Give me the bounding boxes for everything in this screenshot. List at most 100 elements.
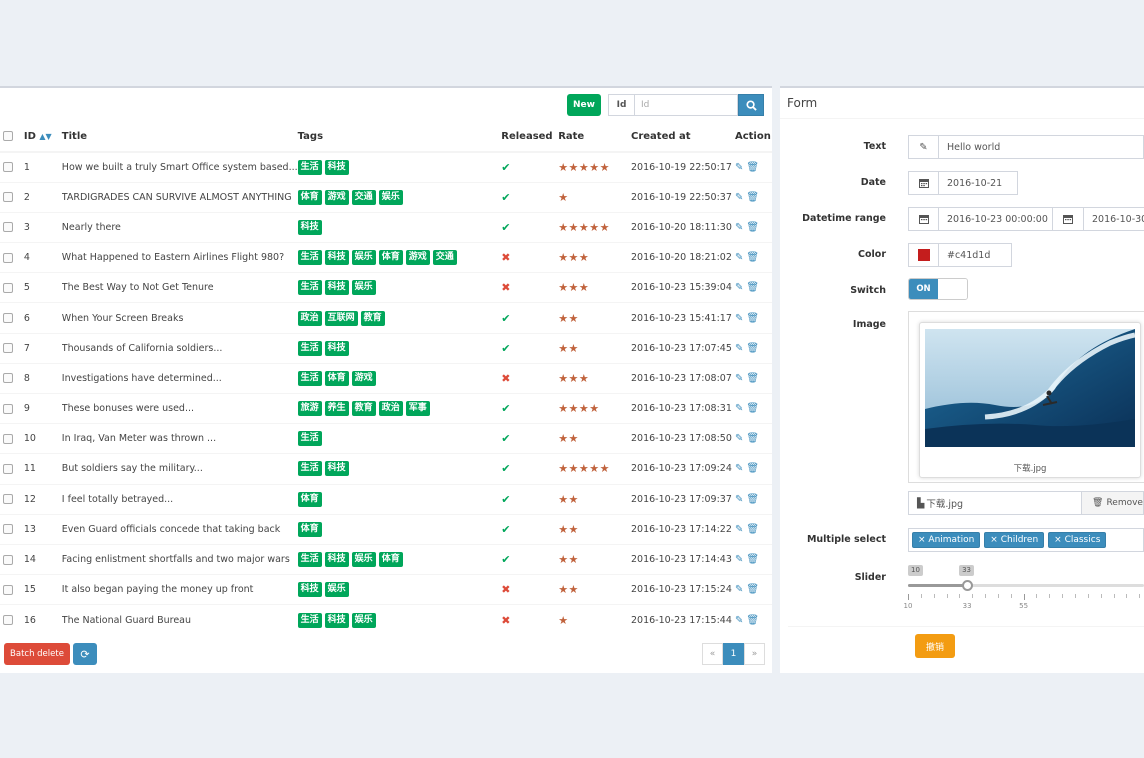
row-checkbox[interactable] [3,433,13,444]
trash-icon[interactable]: 🗑 [746,524,759,535]
remove-file-button[interactable]: 🗑 Remove [1082,491,1144,515]
file-name[interactable]: ▙ 下载.jpg [908,491,1082,515]
row-checkbox[interactable] [3,403,13,414]
trash-icon[interactable]: 🗑 [746,463,759,474]
color-input[interactable]: #c41d1d [938,243,1012,267]
cell-title: The Best Way to Not Get Tenure [61,272,298,303]
edit-icon[interactable]: ✎ [735,463,743,474]
row-checkbox[interactable] [3,615,13,626]
row-checkbox[interactable] [3,343,13,354]
edit-icon[interactable]: ✎ [735,252,743,263]
row-checkbox[interactable] [3,373,13,384]
select-all-checkbox[interactable] [3,131,13,141]
edit-icon[interactable]: ✎ [735,192,743,203]
tag-badge: 军事 [405,401,430,417]
datetime-range-label: Datetime range [802,213,886,224]
row-checkbox[interactable] [3,584,13,595]
sort-icon[interactable]: ▲▼ [39,132,51,141]
pagination-page[interactable]: 1 [723,643,744,665]
trash-icon[interactable]: 🗑 [746,343,759,354]
text-input[interactable]: Hello world [938,135,1144,159]
edit-icon[interactable]: ✎ [735,373,743,384]
cross-icon: ✖ [501,371,511,385]
edit-icon[interactable]: ✎ [735,554,743,565]
trash-icon[interactable]: 🗑 [746,252,759,263]
batch-delete-button[interactable]: Batch delete [4,643,70,665]
switch-label: Switch [850,285,886,296]
edit-icon[interactable]: ✎ [735,162,743,173]
edit-icon[interactable]: ✎ [735,615,743,626]
row-checkbox[interactable] [3,162,13,173]
cell-action: ✎ 🗑 [734,392,772,424]
datetime-start-input[interactable]: 2016-10-23 00:00:00 [938,207,1053,231]
id-filter-input[interactable] [634,94,738,116]
select-chip[interactable]: × Classics [1048,532,1107,548]
select-chip[interactable]: × Children [984,532,1045,548]
trash-icon[interactable]: 🗑 [746,222,759,233]
check-icon: ✔ [501,160,511,174]
cell-title: The National Guard Bureau [61,604,298,635]
tag-badge: 科技 [324,250,349,266]
date-input[interactable]: 2016-10-21 [938,171,1018,195]
edit-icon[interactable]: ✎ [735,494,743,505]
range-slider[interactable]: 10 33 10 33 55 [904,562,1144,612]
row-checkbox[interactable] [3,282,13,293]
trash-icon[interactable]: 🗑 [746,192,759,203]
column-id[interactable]: ID ▲▼ [23,122,62,153]
row-checkbox[interactable] [3,222,13,233]
pagination-next[interactable]: » [744,643,765,665]
edit-icon[interactable]: ✎ [735,584,743,595]
pagination-prev[interactable]: « [702,643,723,665]
edit-icon[interactable]: ✎ [735,524,743,535]
datetime-end-input[interactable]: 2016-10-30 0 [1083,207,1144,231]
edit-icon[interactable]: ✎ [735,282,743,293]
trash-icon[interactable]: 🗑 [746,282,759,293]
star-rating: ★★★★★ [558,462,610,476]
slider-handle[interactable] [962,580,974,591]
trash-icon[interactable]: 🗑 [746,615,759,626]
switch-toggle[interactable]: ON [908,278,968,300]
row-checkbox[interactable] [3,524,13,535]
tag-badge: 游戏 [351,370,376,386]
edit-icon[interactable]: ✎ [735,343,743,354]
new-button[interactable]: New [567,94,601,116]
cell-action: ✎ 🗑 [734,574,772,605]
row-checkbox[interactable] [3,252,13,263]
row-checkbox[interactable] [3,554,13,565]
edit-icon[interactable]: ✎ [735,313,743,324]
edit-icon[interactable]: ✎ [735,403,743,414]
trash-icon[interactable]: 🗑 [746,162,759,173]
select-chip[interactable]: × Animation [912,532,981,548]
tag-badge: 政治 [378,401,403,417]
row-checkbox[interactable] [3,463,13,474]
chip-remove-icon[interactable]: × [990,535,1000,545]
color-swatch[interactable] [908,243,938,267]
row-checkbox[interactable] [3,494,13,505]
edit-icon[interactable]: ✎ [735,433,743,444]
multiple-select[interactable]: × Animation × Children × Classics [908,528,1144,552]
trash-icon[interactable]: 🗑 [746,313,759,324]
star-rating: ★★ [558,492,579,506]
cell-tags: 科技 [297,211,502,243]
cell-action: ✎ 🗑 [734,483,772,515]
trash-icon[interactable]: 🗑 [746,373,759,384]
cell-id: 10 [23,423,62,454]
trash-icon[interactable]: 🗑 [746,584,759,595]
trash-icon[interactable]: 🗑 [746,433,759,444]
cancel-button[interactable]: 撤销 [915,634,955,658]
row-checkbox[interactable] [3,313,13,324]
cell-tags: 旅游 养生 教育 政治 军事 [297,392,502,424]
cell-title: But soldiers say the military... [61,453,298,485]
refresh-button[interactable]: ⟳ [73,643,97,665]
tag-badge: 生活 [297,159,322,175]
trash-icon[interactable]: 🗑 [746,494,759,505]
search-button[interactable] [738,94,764,116]
chip-remove-icon[interactable]: × [918,535,928,545]
text-label: Text [863,141,886,152]
chip-remove-icon[interactable]: × [1054,535,1064,545]
cell-title: I feel totally betrayed... [61,483,298,515]
edit-icon[interactable]: ✎ [735,222,743,233]
trash-icon[interactable]: 🗑 [746,554,759,565]
trash-icon[interactable]: 🗑 [746,403,759,414]
row-checkbox[interactable] [3,192,13,203]
